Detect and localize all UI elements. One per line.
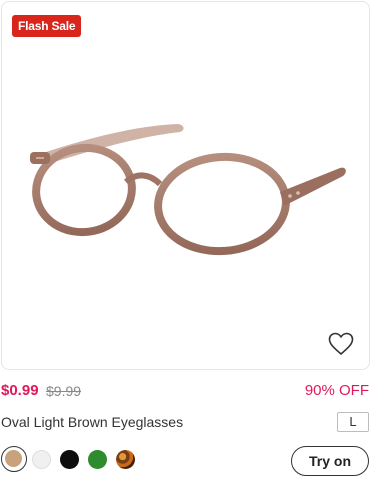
original-price: $9.99 <box>46 383 82 399</box>
swatch-light-brown[interactable] <box>1 446 27 472</box>
swatch-clear[interactable] <box>32 450 51 469</box>
flash-sale-badge: Flash Sale <box>12 15 82 37</box>
product-name[interactable]: Oval Light Brown Eyeglasses <box>1 414 183 430</box>
name-row: Oval Light Brown Eyeglasses L <box>1 412 370 434</box>
color-swatch-row: Try on <box>1 446 370 476</box>
eyeglasses-image <box>30 124 346 256</box>
swatch-light-brown-fill <box>5 450 22 467</box>
discount-label: 90% OFF <box>304 382 369 399</box>
favorite-button[interactable] <box>327 331 355 357</box>
swatch-green[interactable] <box>88 450 107 469</box>
price-row: $0.99 $9.99 90% OFF <box>1 382 370 402</box>
heart-outline-icon <box>328 332 354 355</box>
try-on-button[interactable]: Try on <box>291 446 369 476</box>
current-price: $0.99 <box>1 382 39 399</box>
swatch-tortoise[interactable] <box>116 450 135 469</box>
product-image-card[interactable]: Flash Sale <box>1 1 370 370</box>
size-tag: L <box>337 412 369 432</box>
swatch-black[interactable] <box>60 450 79 469</box>
